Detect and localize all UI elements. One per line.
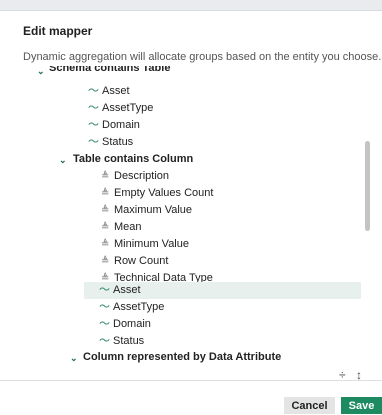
- tree-item-label: Domain: [113, 318, 151, 330]
- tree-item[interactable]: 〜 Status: [0, 333, 362, 350]
- trend-icon: 〜: [99, 284, 110, 296]
- top-shade: [0, 0, 382, 10]
- dialog-title: Edit mapper: [23, 24, 93, 38]
- attribute-icon: ≜: [101, 239, 110, 250]
- tree-item[interactable]: 〜 AssetType: [0, 100, 362, 117]
- tree-group-label: Table contains Column: [73, 153, 194, 165]
- chevron-down-icon[interactable]: ⌄: [59, 152, 67, 169]
- cancel-button[interactable]: Cancel: [284, 397, 335, 414]
- tree-item-label: Status: [113, 335, 145, 347]
- tree-item[interactable]: 〜 Asset: [0, 83, 362, 100]
- tree-item-label: Domain: [102, 119, 140, 131]
- tree-item-label: Empty Values Count: [114, 187, 214, 199]
- trend-icon: 〜: [88, 136, 99, 148]
- tree-item[interactable]: 〜 Domain: [0, 316, 362, 333]
- mapper-tree[interactable]: ⌄ Schema contains Table 〜 Asset 〜 AssetT…: [0, 66, 370, 363]
- save-button[interactable]: Save: [341, 397, 382, 414]
- tree-group-label: Schema contains Table: [49, 66, 171, 74]
- tree-item[interactable]: ≜ Row Count: [0, 253, 362, 270]
- attribute-icon: ≜: [101, 205, 110, 216]
- tree-group-schema-contains-table[interactable]: ⌄ Schema contains Table: [0, 66, 362, 83]
- trend-icon: 〜: [88, 102, 99, 114]
- tree-item-label: Asset: [113, 284, 141, 296]
- attribute-icon: ≜: [101, 256, 110, 267]
- tree-item-label: AssetType: [113, 301, 165, 313]
- tree-item-label: Asset: [102, 85, 130, 97]
- tree-group-label: Column represented by Data Attribute: [83, 351, 282, 363]
- dialog-description: Dynamic aggregation will allocate groups…: [23, 51, 382, 63]
- trend-icon: 〜: [99, 301, 110, 313]
- tree-item[interactable]: 〜 Status: [0, 134, 362, 151]
- tree-item[interactable]: ≜ Maximum Value: [0, 202, 362, 219]
- trend-icon: 〜: [99, 335, 110, 347]
- tree-item-label: Minimum Value: [114, 238, 189, 250]
- attribute-icon: ≜: [101, 222, 110, 233]
- tree-item-label: Row Count: [114, 255, 169, 267]
- footer-divider: [0, 380, 382, 381]
- tree-item-label: Status: [102, 136, 134, 148]
- attribute-icon: ≜: [101, 171, 110, 182]
- chevron-down-icon[interactable]: ⌄: [37, 66, 45, 80]
- tree-item[interactable]: 〜 Domain: [0, 117, 362, 134]
- tree-item[interactable]: ≜ Mean: [0, 219, 362, 236]
- tree-item-label: Maximum Value: [114, 204, 193, 216]
- tree-item-label: Mean: [114, 221, 142, 233]
- tree-item-label: AssetType: [102, 102, 154, 114]
- chevron-down-icon[interactable]: ⌄: [70, 350, 78, 363]
- tree-item[interactable]: 〜 AssetType: [0, 299, 362, 316]
- trend-icon: 〜: [88, 85, 99, 97]
- trend-icon: 〜: [99, 318, 110, 330]
- tree-item[interactable]: ≜ Empty Values Count: [0, 185, 362, 202]
- tree-group-column-represented-by-data-attribute[interactable]: ⌄ Column represented by Data Attribute: [0, 349, 362, 363]
- tree-item-label: Description: [114, 170, 170, 182]
- top-divider: [0, 10, 382, 11]
- attribute-icon: ≜: [101, 188, 110, 199]
- tree-item[interactable]: ≜ Minimum Value: [0, 236, 362, 253]
- tree-group-table-contains-column[interactable]: ⌄ Table contains Column: [0, 151, 362, 168]
- tree-item[interactable]: ≜ Description: [0, 168, 362, 185]
- trend-icon: 〜: [88, 119, 99, 131]
- scrollbar-thumb[interactable]: [365, 141, 370, 231]
- tree-item-selected[interactable]: 〜 Asset: [84, 282, 361, 299]
